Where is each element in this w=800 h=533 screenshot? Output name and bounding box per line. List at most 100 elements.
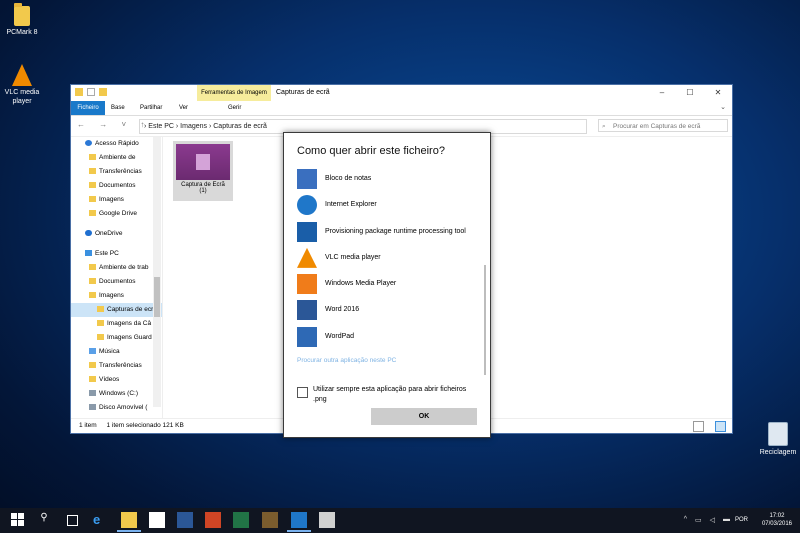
folder-icon bbox=[97, 334, 104, 341]
properties-icon[interactable] bbox=[87, 88, 95, 96]
clock[interactable]: 17:02 07/03/2016 bbox=[762, 512, 792, 528]
app-icon[interactable] bbox=[262, 512, 278, 528]
ribbon-expand-icon[interactable]: ⌄ bbox=[720, 103, 726, 111]
tab-view[interactable]: Ver bbox=[179, 101, 188, 115]
settings-icon[interactable] bbox=[287, 512, 311, 532]
nav-item[interactable]: Transferências✱ bbox=[71, 165, 162, 179]
nav-item[interactable]: Acesso Rápido bbox=[71, 137, 162, 151]
folder-icon bbox=[14, 3, 30, 26]
close-button[interactable]: ✕ bbox=[704, 85, 732, 101]
show-hidden-icons[interactable]: ^ bbox=[684, 516, 687, 524]
tab-share[interactable]: Partilhar bbox=[140, 101, 162, 115]
word-icon[interactable] bbox=[177, 512, 193, 528]
desktop-icon-label: VLC media player bbox=[4, 89, 40, 105]
tab-file[interactable]: Ficheiro bbox=[71, 101, 105, 115]
app-option-label: Word 2016 bbox=[325, 306, 360, 314]
notepad-icon bbox=[297, 169, 317, 189]
new-folder-icon[interactable] bbox=[99, 88, 107, 96]
item-count: 1 item bbox=[79, 422, 97, 429]
search-box[interactable]: ⌕ Procurar em Capturas de ecrã bbox=[598, 119, 728, 132]
nav-item[interactable]: Imagens✱ bbox=[71, 193, 162, 207]
app-option[interactable]: Word 2016 bbox=[297, 298, 483, 324]
always-use-label: Utilizar sempre esta aplicação para abri… bbox=[313, 386, 467, 403]
details-view-icon[interactable] bbox=[693, 421, 704, 432]
nav-item[interactable]: Este PC bbox=[71, 247, 162, 261]
nav-item[interactable]: OneDrive bbox=[71, 227, 162, 241]
app-list: Bloco de notas Internet Explorer Provision… bbox=[297, 167, 483, 351]
nav-item[interactable]: Imagens bbox=[71, 289, 162, 303]
task-view-icon[interactable] bbox=[64, 512, 80, 528]
nav-item[interactable]: Vídeos bbox=[71, 373, 162, 387]
tab-home[interactable]: Base bbox=[111, 101, 125, 115]
network-icon[interactable]: ▭ bbox=[695, 516, 702, 524]
dialog-scrollbar[interactable] bbox=[484, 265, 486, 375]
large-icons-view-icon[interactable] bbox=[715, 421, 726, 432]
nav-scrollbar[interactable] bbox=[153, 137, 161, 407]
nav-item-label: Transferências bbox=[99, 362, 142, 369]
always-use-checkbox[interactable] bbox=[297, 387, 308, 398]
battery-icon[interactable]: ▬ bbox=[723, 516, 730, 524]
desktop-icon-pcmark[interactable]: PCMark 8 bbox=[0, 3, 44, 37]
desktop-icon-recycle-bin[interactable]: Reciclagem bbox=[756, 422, 800, 457]
app-option-label: Provisioning package runtime processing … bbox=[325, 227, 466, 235]
excel-icon[interactable] bbox=[233, 512, 249, 528]
powerpoint-icon[interactable] bbox=[205, 512, 221, 528]
nav-item[interactable]: Documentos bbox=[71, 275, 162, 289]
app-option[interactable]: VLC media player bbox=[297, 246, 483, 272]
clock-time: 17:02 bbox=[769, 513, 785, 519]
file-name-suffix: (1) bbox=[199, 188, 207, 194]
nav-item[interactable]: Música bbox=[71, 345, 162, 359]
nav-item[interactable]: Capturas de ecr bbox=[71, 303, 162, 317]
printer-icon[interactable] bbox=[319, 512, 335, 528]
app-option[interactable]: Windows Media Player bbox=[297, 272, 483, 298]
nav-item[interactable]: Windows (C:) bbox=[71, 387, 162, 401]
file-explorer-icon[interactable] bbox=[117, 512, 141, 532]
tab-manage[interactable]: Gerir bbox=[228, 101, 241, 115]
drive-icon bbox=[89, 404, 96, 411]
desktop-icon-vlc[interactable]: VLC media player bbox=[0, 64, 44, 106]
nav-item-label: Imagens da Câ bbox=[107, 320, 152, 327]
nav-item[interactable]: Documentos✱ bbox=[71, 179, 162, 193]
minimize-button[interactable]: – bbox=[648, 85, 676, 101]
dialog-title: Como quer abrir este ficheiro? bbox=[297, 145, 445, 157]
app-option[interactable]: Bloco de notas bbox=[297, 167, 483, 193]
input-language[interactable]: POR bbox=[735, 517, 748, 523]
nav-item[interactable]: Disco Amovível ( bbox=[71, 401, 162, 415]
search-icon[interactable]: ⚲ bbox=[36, 512, 52, 528]
start-button[interactable] bbox=[10, 512, 26, 528]
selection-info: 1 item selecionado 121 KB bbox=[106, 422, 184, 429]
nav-item[interactable]: Google Drive✱ bbox=[71, 207, 162, 221]
folder-icon bbox=[89, 376, 96, 383]
folder-icon bbox=[97, 306, 104, 313]
search-icon: ⌕ bbox=[602, 123, 606, 130]
app-option-label: VLC media player bbox=[325, 253, 381, 261]
nav-item[interactable]: Imagens da Câ bbox=[71, 317, 162, 331]
folder-icon bbox=[89, 168, 96, 175]
ok-button[interactable]: OK bbox=[371, 408, 477, 425]
app-option[interactable]: Provisioning package runtime processing … bbox=[297, 220, 483, 246]
more-apps-link[interactable]: Procurar outra aplicação neste PC bbox=[297, 357, 396, 364]
folder-icon bbox=[89, 292, 96, 299]
maximize-button[interactable]: ☐ bbox=[676, 85, 704, 101]
scrollbar-thumb[interactable] bbox=[154, 277, 160, 317]
vlc-icon bbox=[12, 64, 32, 86]
folder-icon bbox=[89, 154, 96, 161]
nav-item[interactable]: Ambiente de trab bbox=[71, 261, 162, 275]
folder-icon[interactable] bbox=[75, 88, 83, 96]
edge-icon[interactable]: e bbox=[93, 512, 109, 528]
folder-icon bbox=[97, 320, 104, 327]
vlc-icon bbox=[297, 247, 317, 268]
store-icon[interactable] bbox=[149, 512, 165, 528]
app-option[interactable]: Internet Explorer bbox=[297, 193, 483, 219]
folder-icon bbox=[89, 264, 96, 271]
app-option[interactable]: WordPad bbox=[297, 325, 483, 351]
nav-item-label: Música bbox=[99, 348, 120, 355]
windows-media-player-icon bbox=[297, 274, 317, 295]
file-item-screenshot[interactable]: Captura de Ecrã (1) bbox=[173, 141, 233, 201]
nav-item[interactable]: Transferências bbox=[71, 359, 162, 373]
nav-item[interactable]: Imagens Guard bbox=[71, 331, 162, 345]
volume-icon[interactable]: ◁ bbox=[710, 516, 715, 524]
nav-item-label: Imagens Guard bbox=[107, 334, 152, 341]
nav-item[interactable]: Ambiente de✱ bbox=[71, 151, 162, 165]
nav-item-label: Ambiente de bbox=[99, 154, 136, 161]
